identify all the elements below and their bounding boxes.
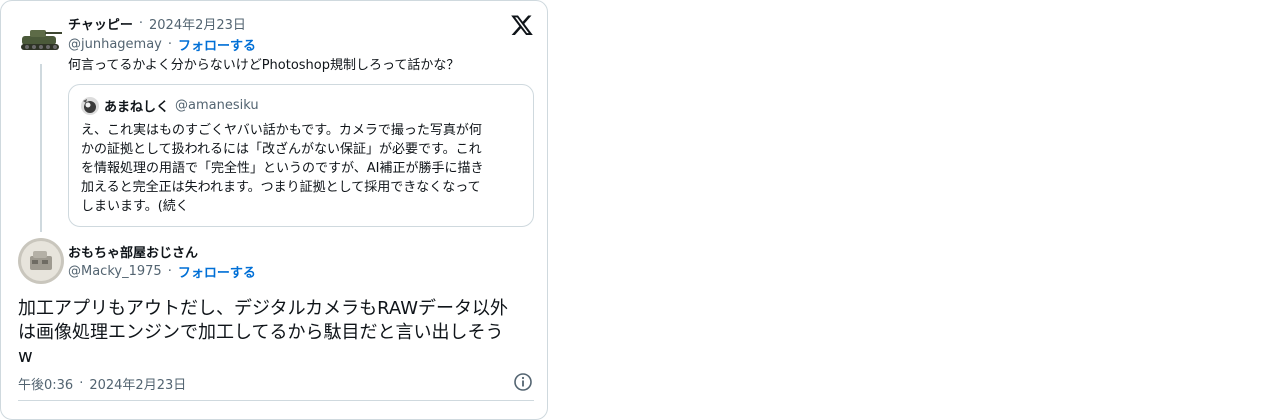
main-text-line: は画像処理エンジンで加工してるから駄目だと言い出しそう	[18, 322, 504, 343]
tweet-date[interactable]: 2024年2月23日	[149, 14, 246, 33]
reply-tweet-text: 何言ってるかよく分からないけどPhotoshop規制しろって話かな？	[68, 58, 460, 73]
author-handle[interactable]: @Macky_1975	[68, 264, 162, 279]
quoted-tweet[interactable]: あまねしく @amanesiku え、これ実はものすごくヤバい話かもです。カメラ…	[68, 84, 534, 227]
tweet-timestamp[interactable]: 午後0:36 · 2024年2月23日	[18, 374, 186, 393]
separator-dot: ·	[138, 16, 144, 31]
info-icon[interactable]	[513, 372, 533, 392]
author-name[interactable]: おもちゃ部屋おじさん	[68, 242, 198, 261]
quote-text-line: しまいます。(続く	[81, 199, 189, 214]
follow-button[interactable]: フォローする	[178, 35, 256, 54]
author-name[interactable]: チャッピー	[68, 14, 133, 33]
avatar[interactable]	[18, 238, 64, 284]
quote-text-line: 加えると完全正は失われます。つまり証拠として採用できなくなって	[81, 180, 481, 195]
main-text-line: w	[18, 346, 33, 367]
tweet-date[interactable]: 2024年2月23日	[89, 374, 186, 393]
main-handle-row: @Macky_1975 · フォローする	[68, 262, 256, 281]
quote-text-line: え、これ実はものすごくヤバい話かもです。カメラで撮った写真が何	[81, 123, 482, 138]
quote-author-handle: @amanesiku	[175, 98, 259, 113]
quote-header: あまねしく @amanesiku	[104, 96, 259, 115]
quote-text: え、これ実はものすごくヤバい話かもです。カメラで撮った写真が何 かの証拠として扱…	[81, 121, 527, 216]
separator-dot: ·	[167, 37, 173, 52]
author-handle[interactable]: @junhagemay	[68, 37, 162, 52]
quote-author-name: あまねしく	[104, 100, 170, 115]
x-logo-icon[interactable]	[510, 13, 534, 37]
reply-handle-row: @junhagemay · フォローする	[68, 35, 256, 54]
avatar[interactable]	[18, 16, 64, 62]
main-text-line: 加工アプリもアウトだし、デジタルカメラもRAWデータ以外	[18, 298, 509, 319]
separator-dot: ·	[167, 264, 172, 279]
thread-connector-line	[40, 64, 42, 232]
follow-button[interactable]: フォローする	[178, 262, 256, 281]
quote-text-line: かの証拠として扱われるには「改ざんがない保証」が必要です。これ	[81, 142, 482, 157]
main-tweet-text: 加工アプリもアウトだし、デジタルカメラもRAWデータ以外 は画像処理エンジンで加…	[18, 297, 538, 369]
quote-text-line: を情報処理の用語で「完全性」というのですが、AI補正が勝手に描き	[81, 161, 484, 176]
tweet-time[interactable]: 午後0:36	[18, 374, 73, 393]
embedded-tweet-card: チャッピー · 2024年2月23日 @junhagemay · フォローする …	[0, 0, 548, 420]
reply-header: チャッピー · 2024年2月23日	[68, 14, 246, 33]
quote-avatar	[81, 97, 99, 115]
separator-dot: ·	[79, 376, 84, 391]
